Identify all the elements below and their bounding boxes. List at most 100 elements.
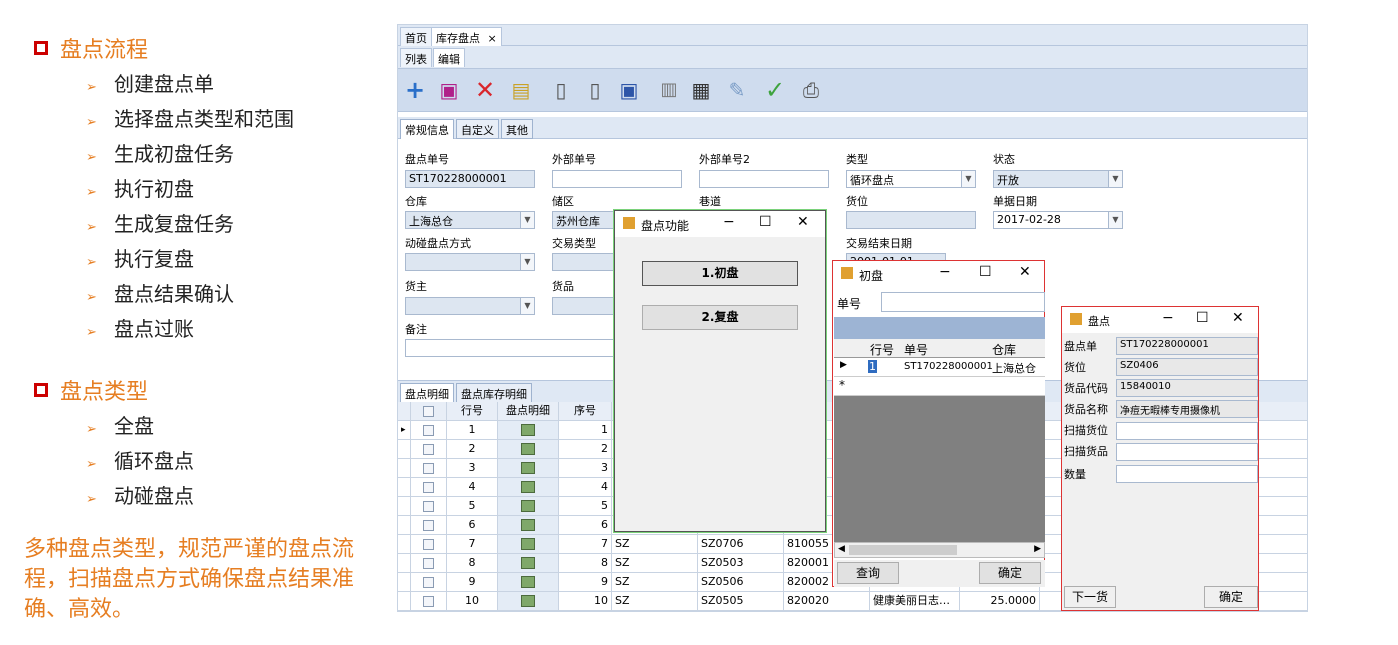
row-checkbox-cell[interactable] bbox=[411, 478, 447, 497]
row-checkbox-cell[interactable] bbox=[411, 440, 447, 459]
chevron-down-icon[interactable]: ▼ bbox=[1108, 212, 1122, 228]
row-checkbox-cell[interactable] bbox=[411, 573, 447, 592]
close-icon[interactable]: ✕ bbox=[1019, 264, 1031, 280]
ext-no-field[interactable] bbox=[552, 170, 682, 188]
minimize-icon[interactable]: − bbox=[939, 264, 951, 280]
tab-stocktake[interactable]: 库存盘点 × bbox=[431, 27, 502, 46]
row-checkbox[interactable] bbox=[423, 576, 434, 588]
first-count-button[interactable]: 1.初盘 bbox=[642, 261, 798, 286]
confirm-button[interactable]: 确定 bbox=[979, 562, 1041, 584]
delete-icon[interactable]: ✕ bbox=[472, 77, 498, 103]
tab-list[interactable]: 列表 bbox=[400, 48, 432, 67]
goods-name-field[interactable]: 净痘无暇棒专用摄像机 bbox=[1116, 400, 1258, 418]
detail-grid-icon[interactable] bbox=[521, 557, 535, 569]
row-detail-cell[interactable] bbox=[498, 554, 559, 573]
tab-stock-detail[interactable]: 盘点库存明细 bbox=[456, 383, 532, 403]
tab-stocktake-detail[interactable]: 盘点明细 bbox=[400, 383, 454, 403]
minimize-icon[interactable]: − bbox=[723, 214, 735, 230]
row-checkbox[interactable] bbox=[423, 519, 434, 531]
save-as-icon[interactable]: ▣ bbox=[616, 77, 642, 103]
row-detail-cell[interactable] bbox=[498, 516, 559, 535]
table-row[interactable]: ▶ 1 ST170228000001 上海总仓 bbox=[834, 358, 1045, 377]
row-checkbox-cell[interactable] bbox=[411, 592, 447, 611]
remove-doc-icon[interactable]: ▯ bbox=[582, 77, 608, 103]
wand-icon[interactable]: ✎ bbox=[724, 77, 750, 103]
detail-grid-icon[interactable] bbox=[521, 481, 535, 493]
row-checkbox[interactable] bbox=[423, 424, 434, 436]
row-checkbox-cell[interactable] bbox=[411, 497, 447, 516]
list-doc-icon[interactable]: ▥ bbox=[656, 77, 682, 103]
order-no-input[interactable] bbox=[881, 292, 1045, 312]
scroll-left-icon[interactable]: ◀ bbox=[838, 544, 845, 554]
chevron-down-icon[interactable]: ▼ bbox=[1108, 171, 1122, 187]
status-select[interactable]: 开放 ▼ bbox=[993, 170, 1123, 188]
row-checkbox[interactable] bbox=[423, 462, 434, 474]
tab-custom[interactable]: 自定义 bbox=[456, 119, 499, 139]
row-detail-cell[interactable] bbox=[498, 535, 559, 554]
detail-grid-icon[interactable] bbox=[521, 424, 535, 436]
row-checkbox-cell[interactable] bbox=[411, 421, 447, 440]
maximize-icon[interactable]: ☐ bbox=[1196, 310, 1209, 326]
minimize-icon[interactable]: − bbox=[1162, 310, 1174, 326]
detail-grid-icon[interactable] bbox=[521, 500, 535, 512]
save-icon[interactable]: ▣ bbox=[436, 77, 462, 103]
order-no-field[interactable]: ST170228000001 bbox=[405, 170, 535, 188]
row-detail-cell[interactable] bbox=[498, 573, 559, 592]
print-icon[interactable]: ⎙ bbox=[798, 77, 824, 103]
close-icon[interactable]: ✕ bbox=[1232, 310, 1244, 326]
detail-grid-icon[interactable] bbox=[521, 519, 535, 531]
touch-mode-select[interactable]: ▼ bbox=[405, 253, 535, 271]
row-detail-cell[interactable] bbox=[498, 440, 559, 459]
detail-grid-icon[interactable] bbox=[521, 462, 535, 474]
next-goods-button[interactable]: 下一货 bbox=[1064, 586, 1116, 608]
tab-general[interactable]: 常规信息 bbox=[400, 119, 454, 139]
row-checkbox-cell[interactable] bbox=[411, 516, 447, 535]
maximize-icon[interactable]: ☐ bbox=[759, 214, 772, 230]
row-detail-cell[interactable] bbox=[498, 592, 559, 611]
tab-home[interactable]: 首页 bbox=[400, 27, 432, 46]
detail-grid-icon[interactable] bbox=[521, 595, 535, 607]
row-checkbox-cell[interactable] bbox=[411, 554, 447, 573]
row-checkbox[interactable] bbox=[423, 538, 434, 550]
query-button[interactable]: 查询 bbox=[837, 562, 899, 584]
select-all-checkbox[interactable] bbox=[423, 405, 434, 417]
ledger-icon[interactable]: ▦ bbox=[688, 77, 714, 103]
row-detail-cell[interactable] bbox=[498, 459, 559, 478]
goods-code-field[interactable]: 15840010 bbox=[1116, 379, 1258, 397]
row-detail-cell[interactable] bbox=[498, 421, 559, 440]
close-icon[interactable]: × bbox=[488, 32, 497, 45]
new-row[interactable]: * bbox=[834, 377, 1045, 396]
location-field[interactable] bbox=[846, 211, 976, 229]
chevron-down-icon[interactable]: ▼ bbox=[520, 212, 534, 228]
row-detail-cell[interactable] bbox=[498, 478, 559, 497]
detail-grid-icon[interactable] bbox=[521, 538, 535, 550]
add-icon[interactable]: + bbox=[402, 77, 428, 103]
detail-grid-icon[interactable] bbox=[521, 443, 535, 455]
row-checkbox[interactable] bbox=[423, 481, 434, 493]
type-select[interactable]: 循环盘点 ▼ bbox=[846, 170, 976, 188]
clipboard-icon[interactable]: ▤ bbox=[508, 77, 534, 103]
row-detail-cell[interactable] bbox=[498, 497, 559, 516]
order-field[interactable]: ST170228000001 bbox=[1116, 337, 1258, 355]
chevron-down-icon[interactable]: ▼ bbox=[520, 298, 534, 314]
row-checkbox-cell[interactable] bbox=[411, 535, 447, 554]
tab-other[interactable]: 其他 bbox=[501, 119, 533, 139]
row-checkbox[interactable] bbox=[423, 443, 434, 455]
trade-type-select[interactable] bbox=[552, 253, 618, 271]
row-checkbox[interactable] bbox=[423, 500, 434, 512]
ext-no2-field[interactable] bbox=[699, 170, 829, 188]
recount-button[interactable]: 2.复盘 bbox=[642, 305, 798, 330]
row-checkbox[interactable] bbox=[423, 557, 434, 569]
scan-location-input[interactable] bbox=[1116, 422, 1258, 440]
close-icon[interactable]: ✕ bbox=[797, 214, 809, 230]
confirm-button[interactable]: 确定 bbox=[1204, 586, 1258, 608]
row-checkbox[interactable] bbox=[423, 595, 434, 607]
remark-field[interactable] bbox=[405, 339, 619, 357]
new-doc-icon[interactable]: ▯ bbox=[548, 77, 574, 103]
owner-select[interactable]: ▼ bbox=[405, 297, 535, 315]
warehouse-select[interactable]: 上海总仓 ▼ bbox=[405, 211, 535, 229]
location-field[interactable]: SZ0406 bbox=[1116, 358, 1258, 376]
detail-grid-icon[interactable] bbox=[521, 576, 535, 588]
chevron-down-icon[interactable]: ▼ bbox=[520, 254, 534, 270]
row-checkbox-cell[interactable] bbox=[411, 459, 447, 478]
